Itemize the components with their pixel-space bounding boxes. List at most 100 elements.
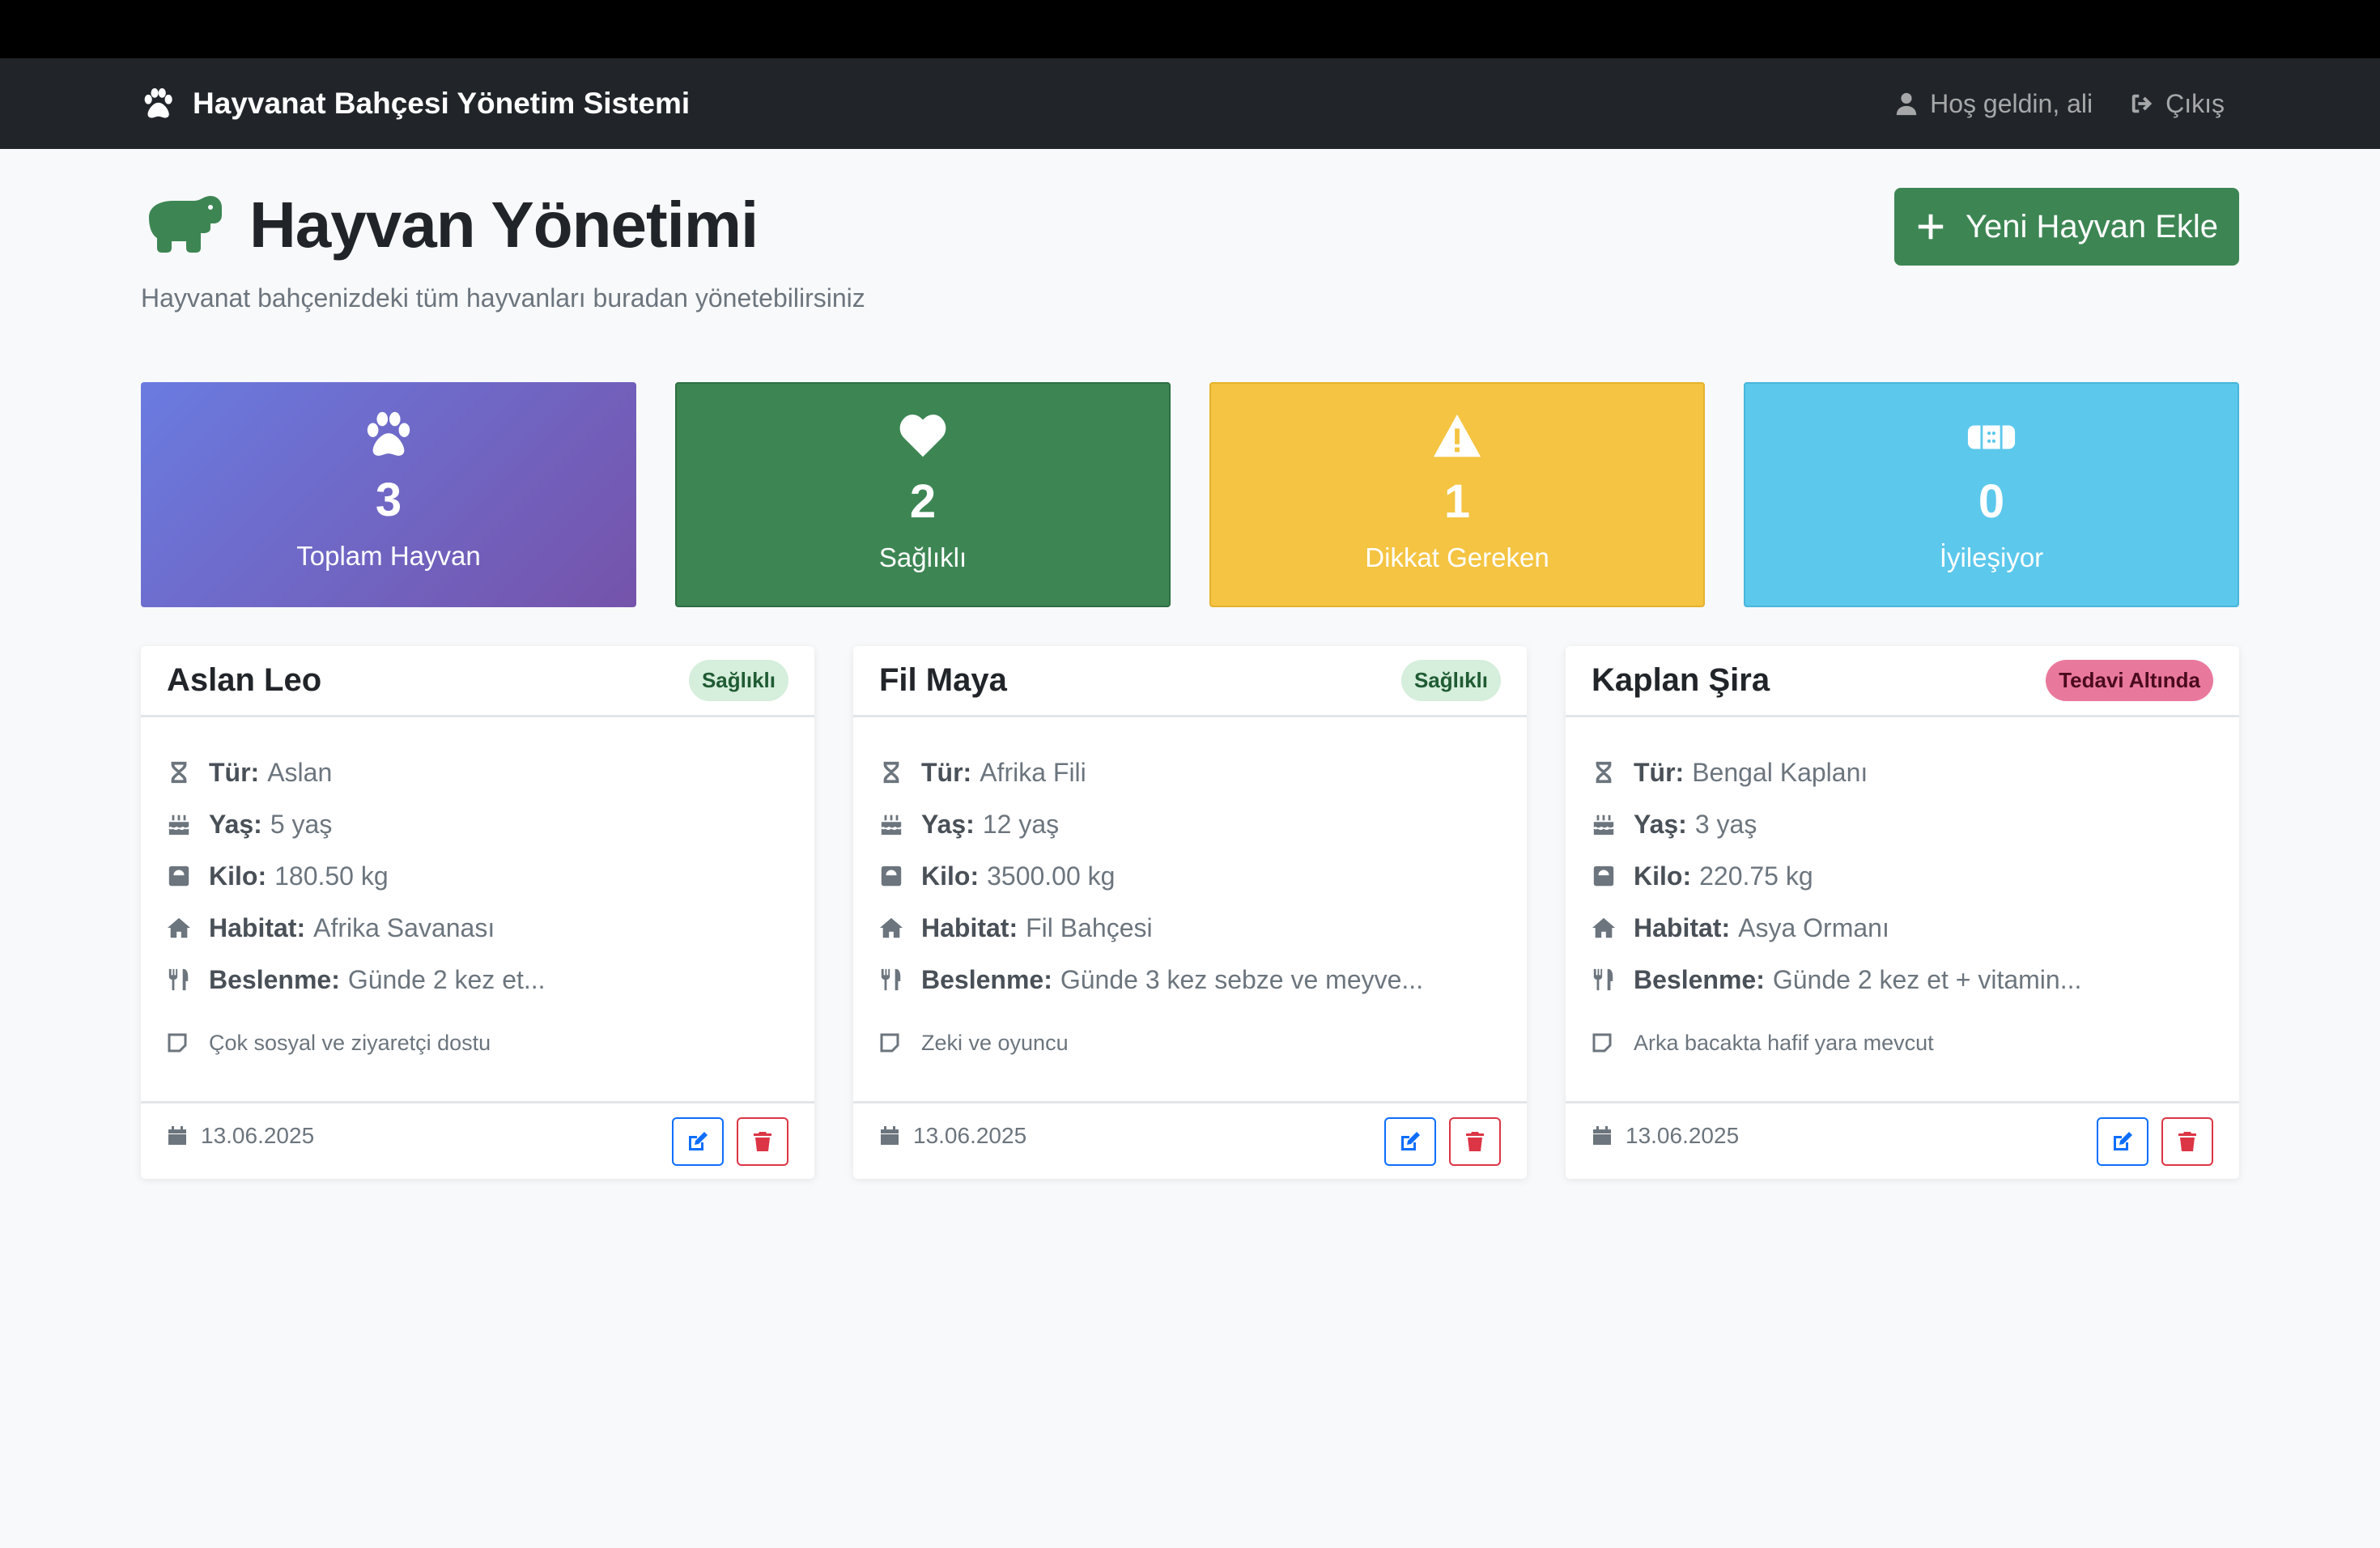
animal-card: Kaplan Şira Tedavi Altında Tür: Bengal K… [1566,646,2239,1179]
note-row: Zeki ve oyuncu [879,1017,1501,1069]
species-row: Tür: Bengal Kaplanı [1592,746,2213,798]
diet-label: Beslenme: [921,964,1052,994]
age-value: 3 yaş [1694,809,1757,839]
stat-value: 3 [375,474,402,526]
edit-icon [1401,1131,1420,1150]
warning-icon [1433,414,1481,457]
stat-label: Toplam Hayvan [296,541,481,571]
species-row: Tür: Aslan [167,746,788,798]
dna-icon [883,761,899,784]
logout-link[interactable]: Çıkış [2130,89,2225,119]
diet-value: Günde 3 kez sebze ve meyve... [1060,964,1424,994]
date-text: 13.06.2025 [201,1122,315,1148]
heart-icon [899,415,946,457]
stat-card-healthy: 2 Sağlıklı [675,382,1171,607]
species-label: Tür: [921,757,972,787]
age-row: Yaş: 3 yaş [1592,798,2213,850]
stat-label: Sağlıklı [878,542,967,572]
utensils-icon [168,968,189,991]
navbar: Hayvanat Bahçesi Yönetim Sistemi Hoş gel… [0,58,2380,149]
weight-label: Kilo: [209,861,267,891]
edit-button[interactable] [1384,1116,1436,1166]
weight-row: Kilo: 180.50 kg [167,850,788,902]
paw-icon [367,411,410,456]
diet-row: Beslenme: Günde 2 kez et... [167,954,788,1006]
weight-value: 220.75 kg [1699,861,1813,891]
hippo-icon [149,196,222,253]
note-row: Çok sosyal ve ziyaretçi dostu [167,1017,788,1069]
user-icon [1896,92,1917,116]
status-badge: Tedavi Altında [2046,660,2213,701]
diet-row: Beslenme: Günde 3 kez sebze ve meyve... [879,954,1501,1006]
habitat-row: Habitat: Afrika Savanası [167,902,788,954]
stat-value: 1 [1443,475,1471,528]
add-animal-label: Yeni Hayvan Ekle [1965,208,2219,245]
weight-scale-icon [168,865,189,887]
diet-label: Beslenme: [209,964,340,994]
habitat-value: Asya Ormanı [1738,912,1889,942]
brand-title: Hayvanat Bahçesi Yönetim Sistemi [193,87,691,120]
user-welcome[interactable]: Hoş geldin, ali [1894,89,2093,119]
paw-icon [144,87,172,118]
habitat-row: Habitat: Fil Bahçesi [879,902,1501,954]
age-label: Yaş: [1634,809,1687,839]
trash-icon [754,1131,771,1151]
dna-icon [171,761,187,784]
welcome-text: Hoş geldin, ali [1930,88,2093,118]
animal-name: Aslan Leo [167,662,322,698]
animal-name: Fil Maya [879,662,1007,698]
habitat-value: Fil Bahçesi [1026,912,1153,942]
delete-button[interactable] [1449,1116,1501,1166]
home-icon [1592,917,1616,938]
animal-name: Kaplan Şira [1592,662,1770,698]
bandage-icon [1967,425,2016,449]
species-label: Tür: [1634,757,1685,787]
species-row: Tür: Afrika Fili [879,746,1501,798]
edit-button[interactable] [672,1116,724,1166]
animal-card: Aslan Leo Sağlıklı Tür: Aslan Yaş: 5 yaş… [141,646,814,1179]
stat-value: 0 [1978,475,2005,528]
weight-label: Kilo: [1634,861,1692,891]
brand[interactable]: Hayvanat Bahçesi Yönetim Sistemi [141,87,690,121]
animal-card: Fil Maya Sağlıklı Tür: Afrika Fili Yaş: … [853,646,1527,1179]
stat-card-total: 3 Toplam Hayvan [141,382,636,607]
age-label: Yaş: [921,809,975,839]
delete-button[interactable] [737,1116,788,1166]
sticky-note-icon [1592,1033,1612,1053]
plus-icon [1918,214,1944,240]
diet-label: Beslenme: [1634,964,1765,994]
dna-icon [1596,761,1612,784]
stat-card-recovering: 0 İyileşiyor [1744,382,2239,607]
note-text: Zeki ve oyuncu [921,1030,1069,1055]
note-text: Çok sosyal ve ziyaretçi dostu [209,1030,491,1055]
stat-value: 2 [909,475,937,528]
habitat-label: Habitat: [1634,912,1731,942]
weight-row: Kilo: 3500.00 kg [879,850,1501,902]
edit-button[interactable] [2097,1116,2148,1166]
species-label: Tür: [209,757,260,787]
sticky-note-icon [168,1033,187,1053]
weight-scale-icon [881,865,902,887]
status-badge: Sağlıklı [1400,660,1501,701]
diet-row: Beslenme: Günde 2 kez et + vitamin... [1592,954,2213,1006]
sticky-note-icon [880,1033,899,1053]
stat-label: İyileşiyor [1939,542,2044,572]
age-row: Yaş: 12 yaş [879,798,1501,850]
add-animal-button[interactable]: Yeni Hayvan Ekle [1894,188,2239,266]
top-black-strip [0,0,2380,58]
home-icon [879,917,903,938]
delete-button[interactable] [2161,1116,2213,1166]
home-icon [167,917,191,938]
logout-icon [2131,94,2153,113]
species-value: Aslan [267,757,333,787]
calendar-icon [1593,1125,1611,1145]
stat-card-attention: 1 Dikkat Gereken [1209,382,1705,607]
habitat-label: Habitat: [921,912,1018,942]
stats-row: 3 Toplam Hayvan 2 Sağlıklı 1 Dikkat Gere… [141,382,2239,607]
diet-value: Günde 2 kez et + vitamin... [1772,964,2082,994]
age-row: Yaş: 5 yaş [167,798,788,850]
weight-row: Kilo: 220.75 kg [1592,850,2213,902]
trash-icon [2178,1131,2196,1151]
note-row: Arka bacakta hafif yara mevcut [1592,1017,2213,1069]
diet-value: Günde 2 kez et... [347,964,546,994]
